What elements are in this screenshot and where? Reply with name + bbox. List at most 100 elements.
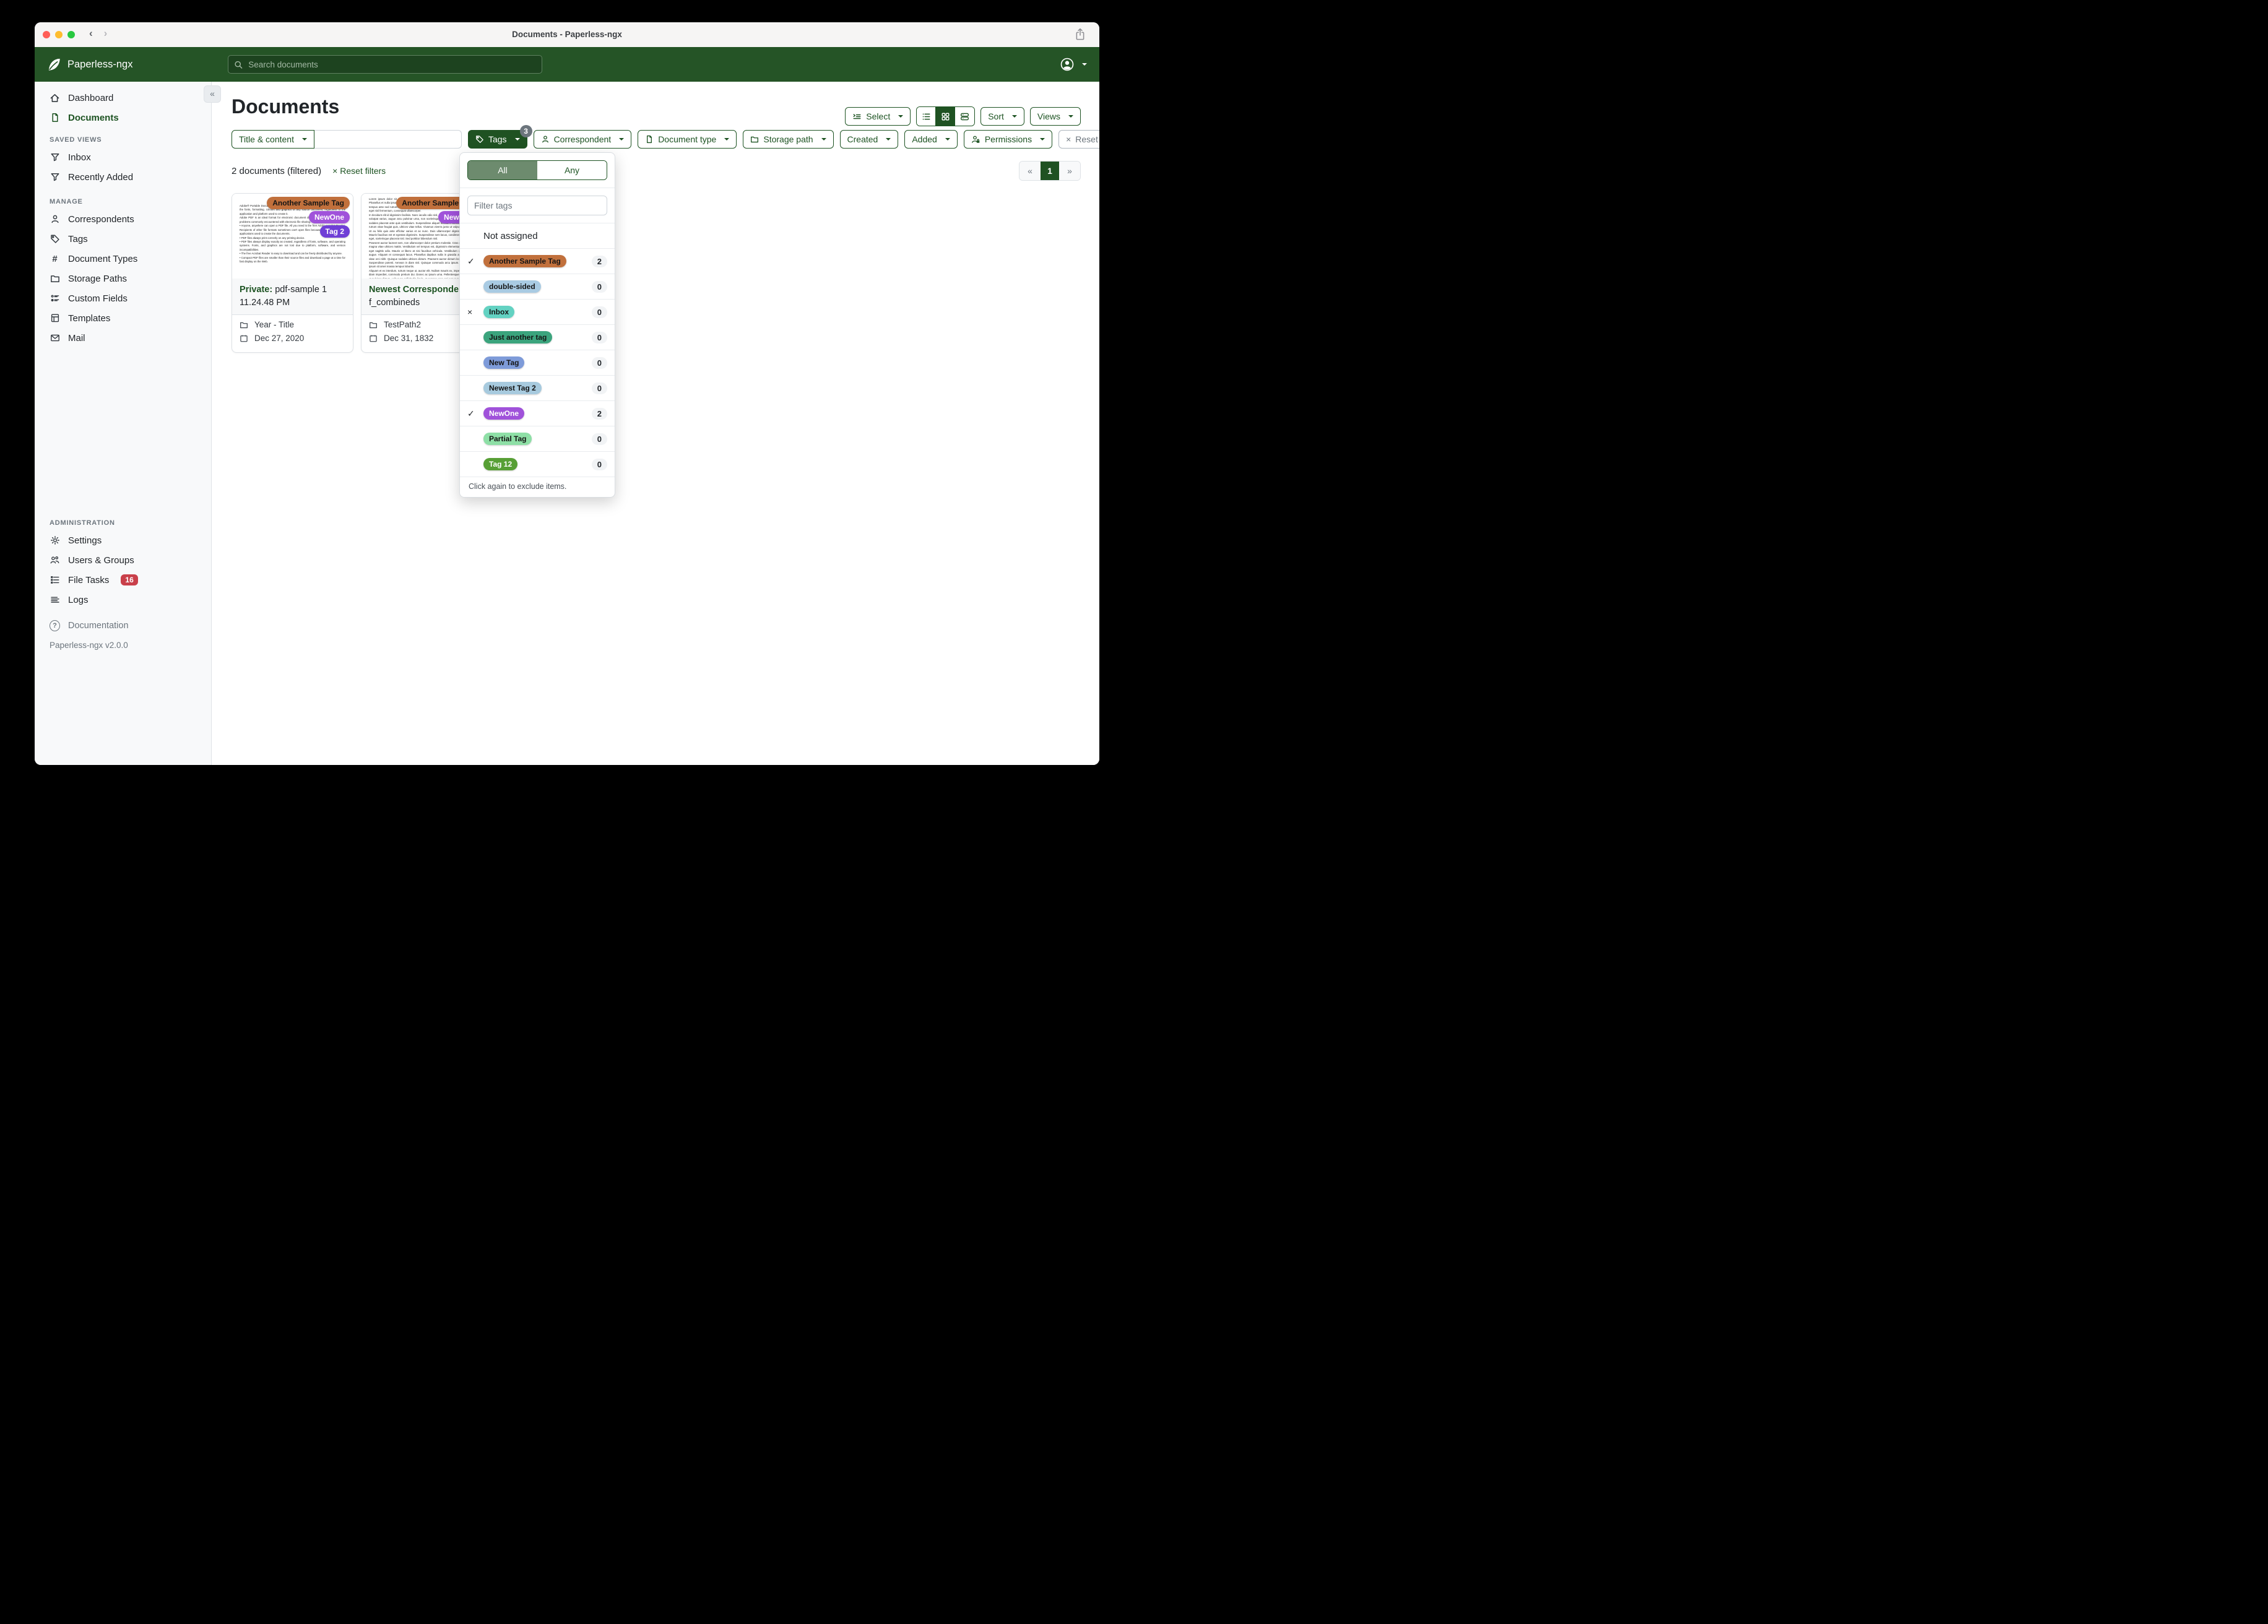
- tags-filter-button[interactable]: Tags: [467, 130, 527, 149]
- sidebar-item-correspondents[interactable]: Correspondents: [35, 209, 211, 229]
- template-file-icon: [50, 313, 60, 323]
- sidebar-item-storage-paths[interactable]: Storage Paths: [35, 269, 211, 288]
- tag-count-badge: 0: [591, 356, 607, 369]
- tag-count-badge: 0: [591, 280, 607, 293]
- chevron-down-icon: [301, 138, 307, 143]
- administration-header: ADMINISTRATION: [50, 519, 115, 527]
- gear-icon: [50, 535, 60, 545]
- chevron-down-icon: [619, 138, 625, 143]
- home-icon: [50, 93, 60, 103]
- tag-pill[interactable]: NewOne: [308, 211, 350, 223]
- sidebar-item-mail[interactable]: Mail: [35, 328, 211, 348]
- question-circle-icon: ?: [50, 620, 60, 631]
- share-icon[interactable]: [1075, 28, 1086, 41]
- title-content-input[interactable]: [314, 130, 462, 149]
- sort-button[interactable]: Sort: [980, 107, 1024, 126]
- sidebar-item-documents[interactable]: Documents: [35, 108, 211, 127]
- sidebar-item-tags[interactable]: Tags: [35, 229, 211, 249]
- tag-option[interactable]: × Inbox 0: [460, 300, 615, 325]
- check-icon: ✓: [467, 256, 475, 266]
- sidebar-item-file-tasks[interactable]: File Tasks 16: [35, 570, 211, 590]
- reset-filters-link[interactable]: × Reset filters: [332, 166, 386, 176]
- sidebar-item-label: Documentation: [68, 621, 129, 631]
- permissions-filter-button[interactable]: Permissions: [963, 130, 1053, 149]
- tags-match-all-button[interactable]: All: [468, 161, 537, 179]
- sidebar-item-inbox[interactable]: Inbox: [35, 147, 211, 167]
- field-selector-label: Title & content: [239, 134, 294, 144]
- sidebar-bottom: ADMINISTRATION Settings Users & Groups F…: [35, 508, 211, 765]
- sidebar-item-label: Dashboard: [68, 92, 114, 103]
- chevron-down-icon: [945, 138, 950, 143]
- storage-path-value: TestPath2: [384, 320, 422, 330]
- tags-filter-dropdown: All Any Not assigned ✓ Another Sample Ta…: [459, 152, 615, 498]
- sidebar-item-label: File Tasks: [68, 574, 110, 585]
- date-value: Dec 31, 1832: [384, 334, 434, 343]
- tag-option[interactable]: ✓ NewOne 2: [460, 401, 615, 426]
- grid-view-button[interactable]: [936, 107, 956, 126]
- sidebar-item-recently-added[interactable]: Recently Added: [35, 167, 211, 187]
- tag-option-not-assigned[interactable]: Not assigned: [460, 223, 615, 249]
- storage-path-filter-button[interactable]: Storage path: [743, 130, 834, 149]
- tags-match-any-button[interactable]: Any: [537, 161, 607, 179]
- sidebar-item-logs[interactable]: Logs: [35, 590, 211, 610]
- correspondent-filter-button[interactable]: Correspondent: [533, 130, 632, 149]
- next-page-button[interactable]: »: [1059, 162, 1080, 180]
- mail-icon: [50, 333, 60, 343]
- added-filter-button[interactable]: Added: [904, 130, 958, 149]
- prev-page-button[interactable]: «: [1019, 162, 1041, 180]
- tag-pill[interactable]: Tag 2: [319, 225, 350, 238]
- storage-path-value: Year - Title: [254, 320, 295, 330]
- file-tasks-badge: 16: [121, 574, 138, 585]
- reset-filters-button[interactable]: × Reset filters: [1058, 130, 1099, 149]
- select-button[interactable]: Select: [845, 107, 911, 126]
- global-search[interactable]: [228, 55, 542, 74]
- sidebar-item-label: Users & Groups: [68, 555, 134, 566]
- title-content-group: Title & content: [232, 130, 462, 149]
- document-title-text: f_combineds: [369, 298, 420, 308]
- brand[interactable]: Paperless-ngx: [46, 56, 132, 72]
- main-content: « Documents Select Sort Views Title & co…: [204, 82, 1099, 765]
- tag-count-badge: 0: [591, 433, 607, 445]
- document-card[interactable]: Adobe Acrobat PDF Files Adobe® Portable …: [232, 193, 353, 353]
- tags-filter-search: [460, 188, 615, 223]
- document-count: 2 documents (filtered): [232, 165, 322, 176]
- tag-option[interactable]: Newest Tag 2 0: [460, 376, 615, 401]
- table-view-button[interactable]: [955, 107, 975, 126]
- sidebar-item-dashboard[interactable]: Dashboard: [35, 88, 211, 108]
- filter-tags-input[interactable]: [467, 196, 607, 215]
- tag-option[interactable]: Partial Tag 0: [460, 426, 615, 452]
- tag-option[interactable]: double-sided 0: [460, 274, 615, 300]
- sort-label: Sort: [988, 111, 1004, 121]
- views-label: Views: [1037, 111, 1060, 121]
- list-view-icon: [922, 113, 930, 119]
- tag-pill: Tag 12: [483, 458, 518, 470]
- document-type-filter-label: Document type: [658, 134, 717, 144]
- sidebar-item-users-groups[interactable]: Users & Groups: [35, 550, 211, 570]
- documents-icon: [50, 113, 60, 123]
- file-icon: [647, 135, 652, 144]
- tag-option[interactable]: Tag 12 0: [460, 452, 615, 477]
- sidebar-item-templates[interactable]: Templates: [35, 308, 211, 328]
- tag-option[interactable]: ✓ Another Sample Tag 2: [460, 249, 615, 274]
- exclude-icon: ×: [467, 307, 473, 317]
- sidebar-item-document-types[interactable]: # Document Types: [35, 249, 211, 269]
- sidebar-item-settings[interactable]: Settings: [35, 530, 211, 550]
- list-view-button[interactable]: [917, 107, 937, 126]
- search-field-selector-button[interactable]: Title & content: [232, 130, 314, 149]
- sidebar-item-custom-fields[interactable]: Custom Fields: [35, 288, 211, 308]
- current-page-button[interactable]: 1: [1041, 162, 1059, 180]
- views-button[interactable]: Views: [1029, 107, 1081, 126]
- tag-pill[interactable]: Another Sample Tag: [267, 197, 350, 209]
- created-filter-button[interactable]: Created: [839, 130, 899, 149]
- tag-option[interactable]: New Tag 0: [460, 350, 615, 376]
- person-lock-icon: [972, 136, 980, 143]
- document-type-filter-button[interactable]: Document type: [638, 130, 737, 149]
- document-title[interactable]: Private: pdf-sample 1 11.24.48 PM: [232, 279, 353, 315]
- storage-path-row: Year - Title: [240, 320, 345, 329]
- user-menu[interactable]: [1060, 58, 1087, 71]
- search-input[interactable]: [247, 59, 536, 70]
- sidebar-item-documentation[interactable]: ? Documentation: [35, 616, 211, 636]
- tag-option[interactable]: Just another tag 0: [460, 325, 615, 350]
- view-mode-toggle: [916, 106, 976, 126]
- sidebar-collapse-button[interactable]: «: [204, 85, 221, 103]
